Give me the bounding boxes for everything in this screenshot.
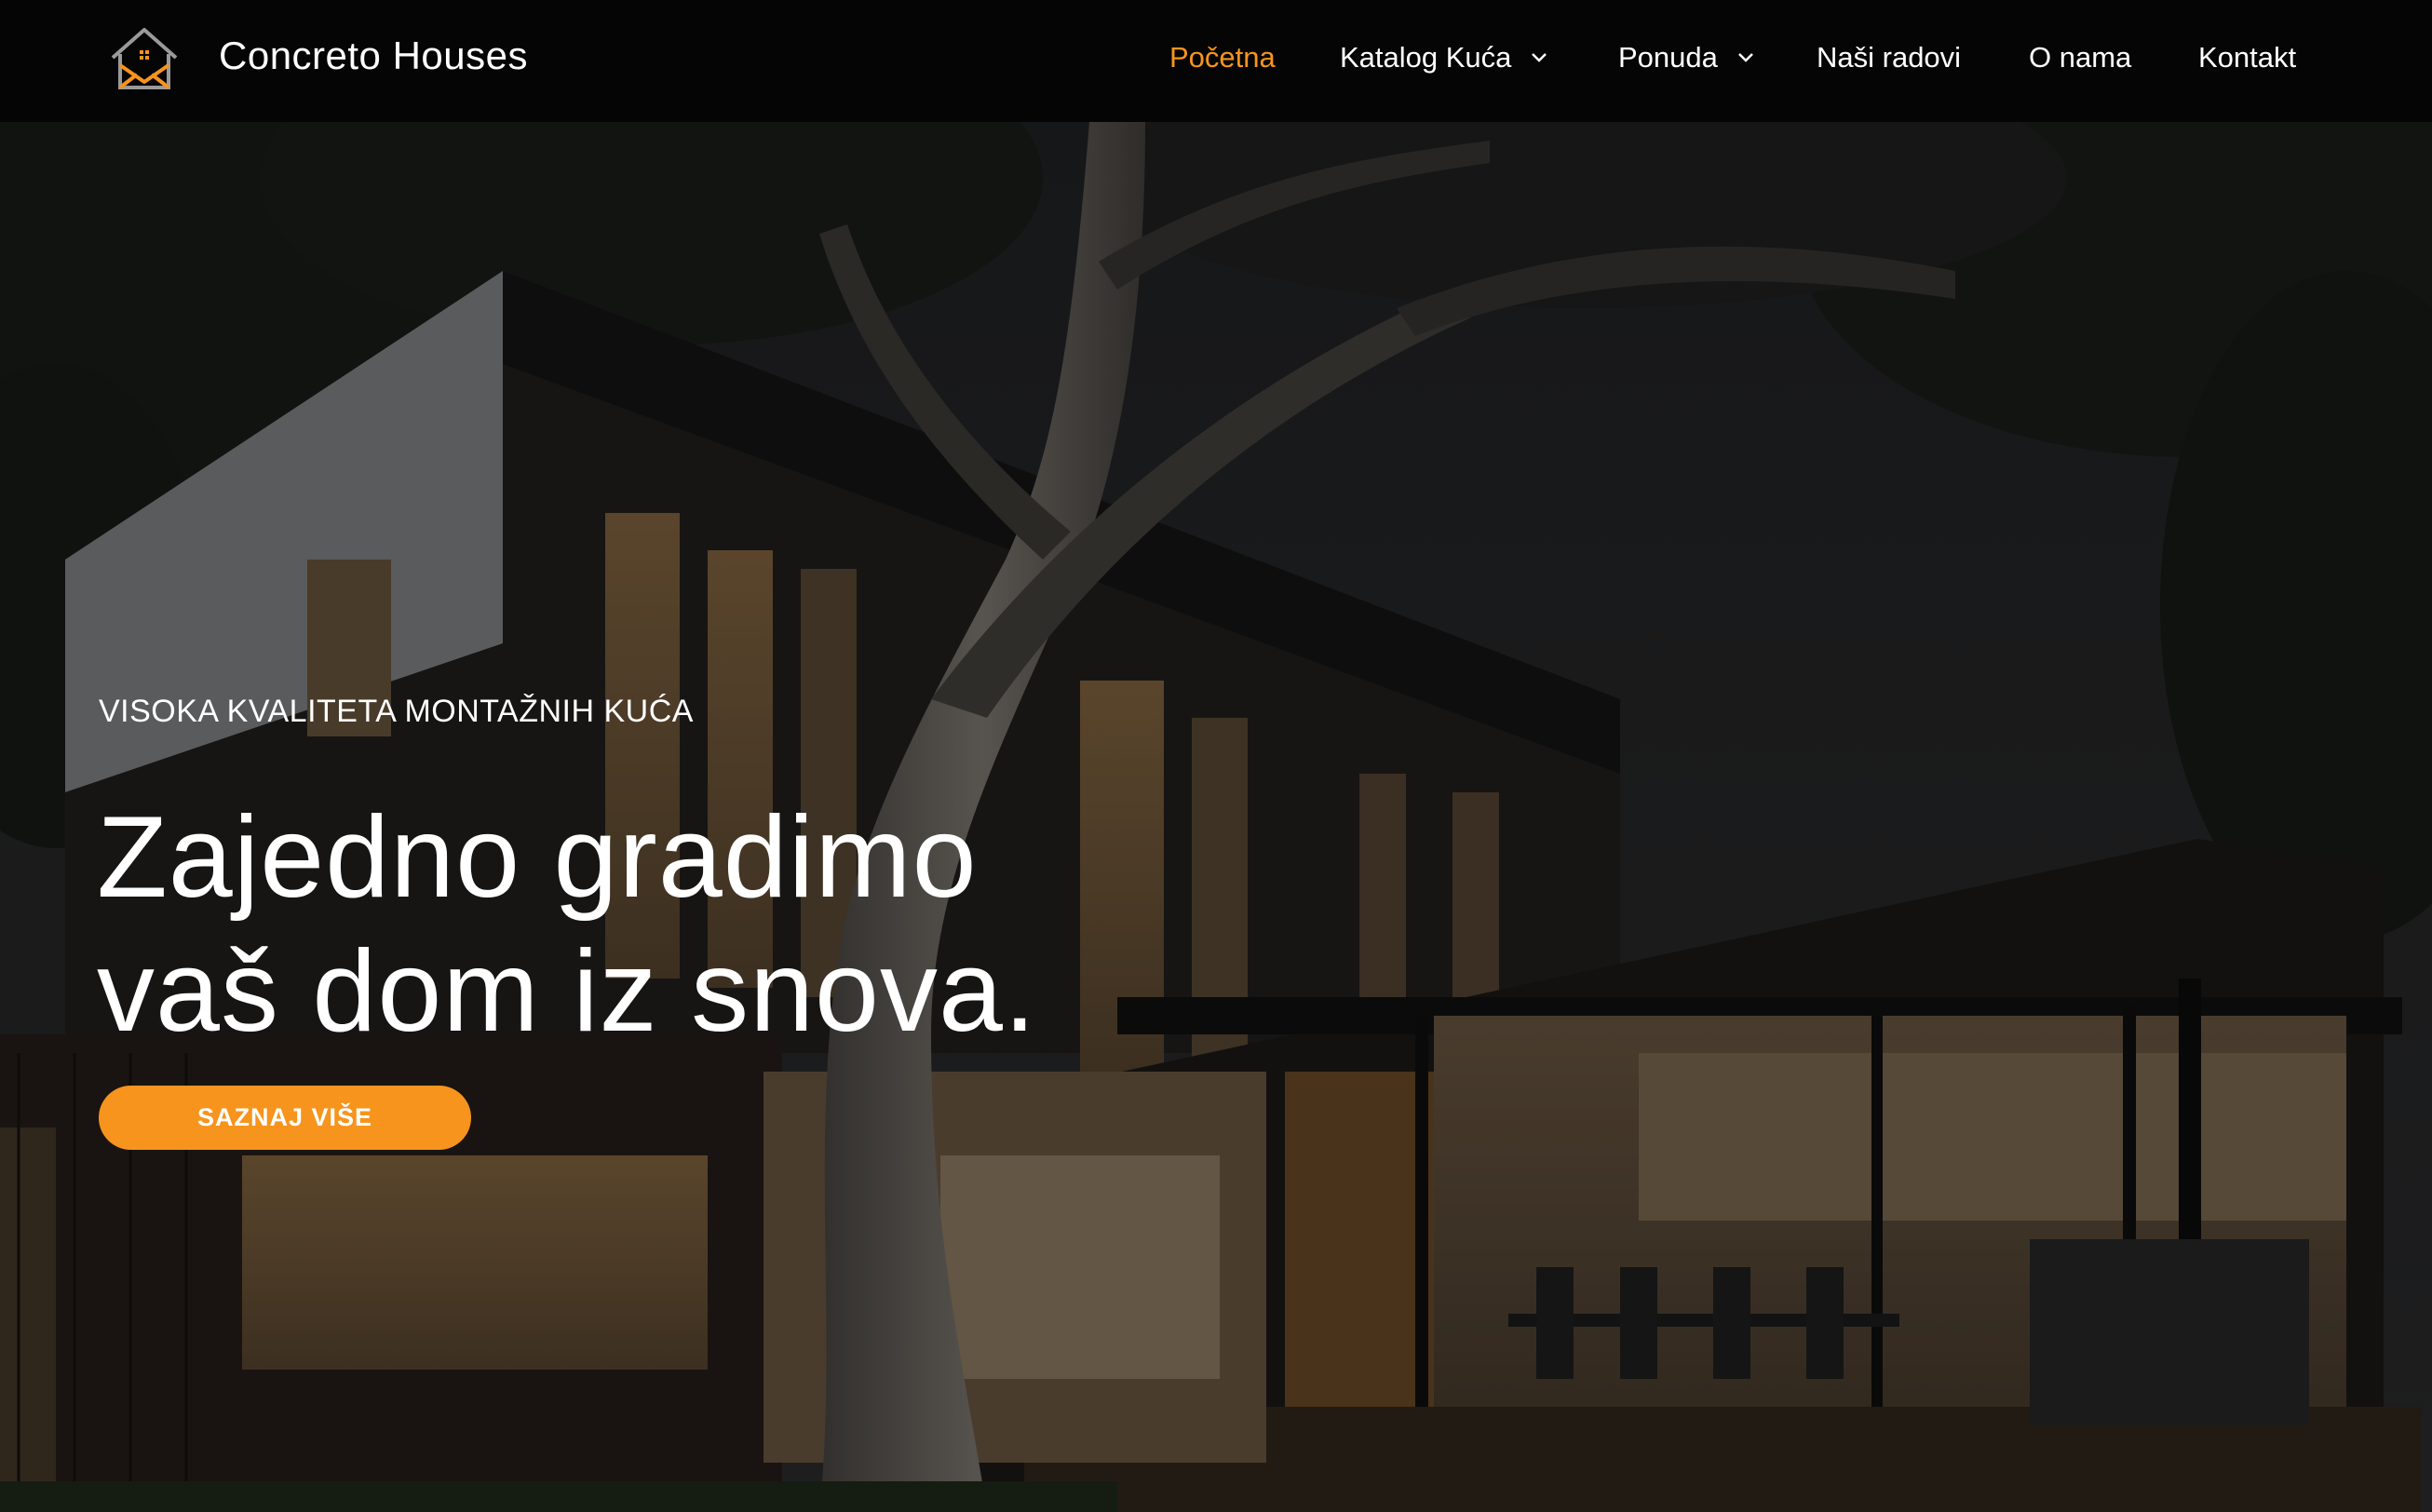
- nav-item-label: Naši radovi: [1817, 41, 1962, 74]
- page: Concreto Houses Početna Katalog Kuća Pon…: [0, 0, 2432, 1512]
- nav-item-pocetna[interactable]: Početna: [1169, 37, 1276, 78]
- hero-headline: Zajedno gradimo vaš dom iz snova.: [97, 790, 1214, 1059]
- hero-headline-line2: vaš dom iz snova.: [97, 927, 1037, 1056]
- nav-item-katalog-kuca[interactable]: Katalog Kuća: [1340, 37, 1548, 78]
- nav-item-label: Početna: [1169, 41, 1276, 74]
- learn-more-button[interactable]: SAZNAJ VIŠE: [99, 1086, 471, 1150]
- nav-item-ponuda[interactable]: Ponuda: [1618, 37, 1755, 78]
- hero-eyebrow: VISOKA KVALITETA MONTAŽNIH KUĆA: [99, 694, 694, 729]
- hero-section: VISOKA KVALITETA MONTAŽNIH KUĆA Zajedno …: [0, 122, 2432, 1512]
- site-header: Concreto Houses Početna Katalog Kuća Pon…: [0, 0, 2432, 122]
- nav-item-label: Ponuda: [1618, 41, 1718, 74]
- chevron-down-icon: [1738, 53, 1753, 62]
- nav-item-label: Katalog Kuća: [1340, 41, 1512, 74]
- chevron-down-icon: [1532, 53, 1547, 62]
- hero-headline-line1: Zajedno gradimo: [97, 793, 978, 922]
- nav-item-nasi-radovi[interactable]: Naši radovi: [1817, 37, 1961, 78]
- nav-item-label: O nama: [2029, 41, 2132, 74]
- nav-item-label: Kontakt: [2198, 41, 2297, 74]
- nav-item-kontakt[interactable]: Kontakt: [2198, 37, 2296, 78]
- main-nav: Početna Katalog Kuća Ponuda Naši radovi …: [0, 37, 2432, 78]
- nav-item-o-nama[interactable]: O nama: [2029, 37, 2131, 78]
